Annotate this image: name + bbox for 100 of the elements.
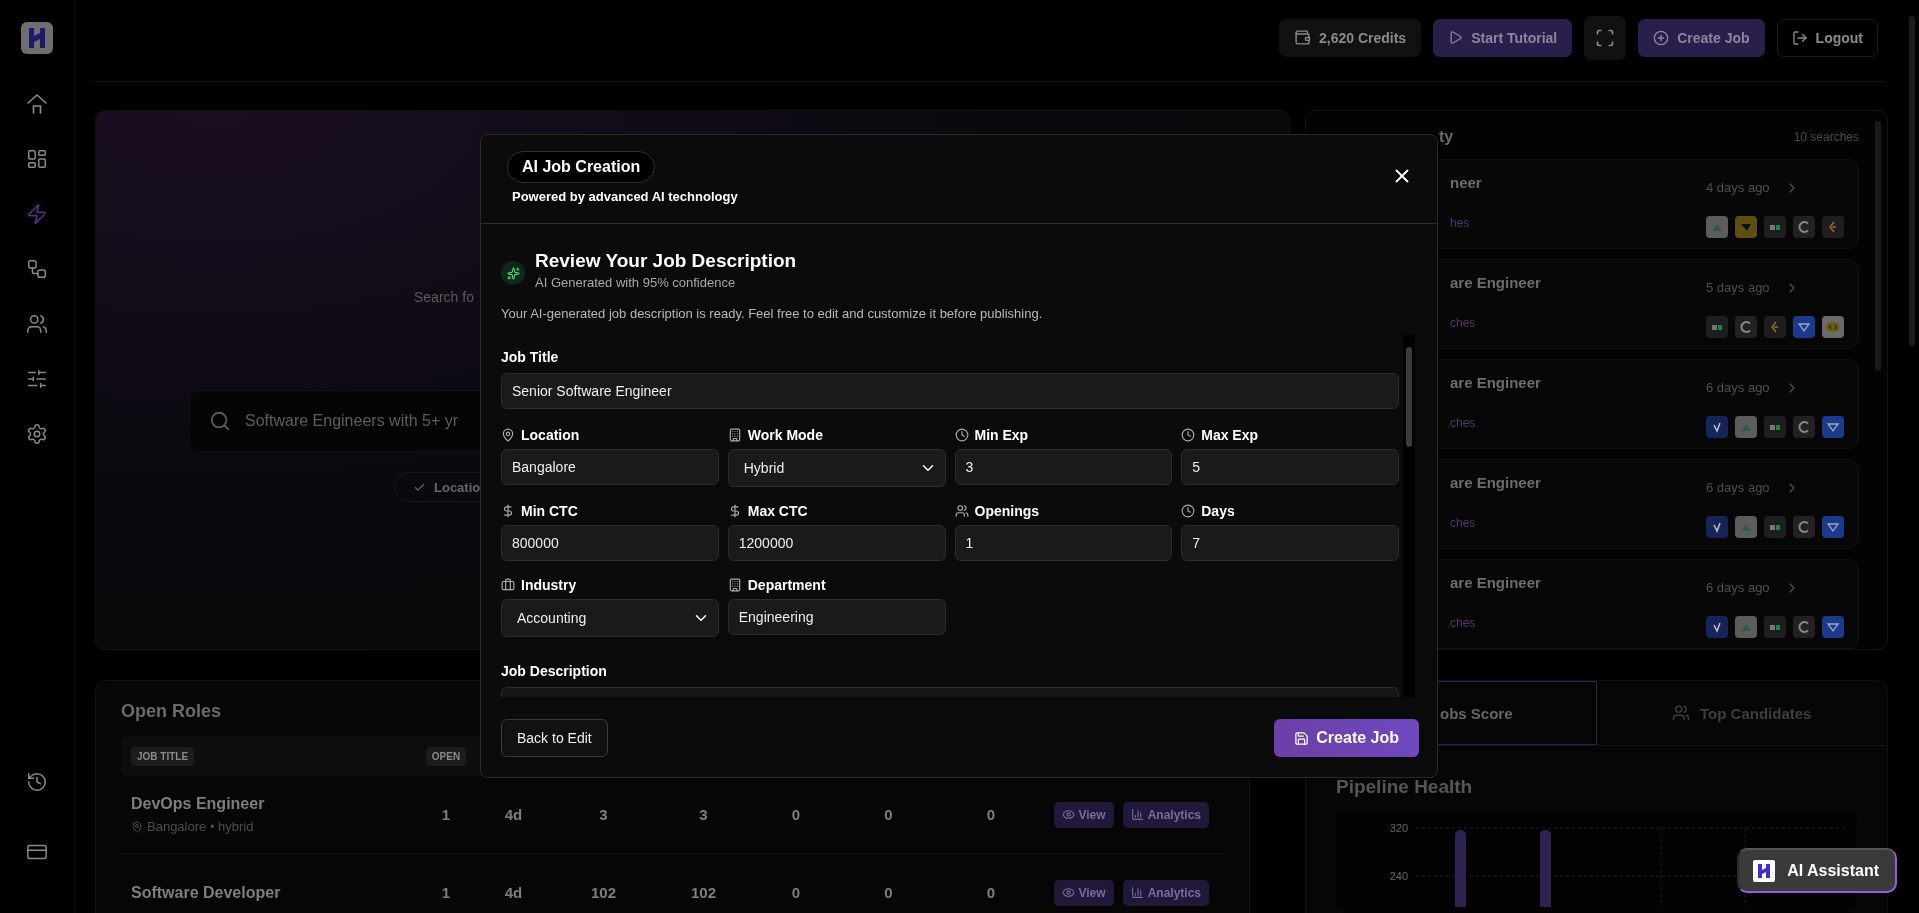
input-field[interactable]: Bangalore bbox=[501, 449, 719, 485]
activity-title: are Engineer bbox=[1450, 274, 1542, 293]
input-field[interactable]: 3 bbox=[954, 449, 1173, 485]
company-logo-icon bbox=[1793, 215, 1815, 238]
modal-subtitle: Powered by advanced AI technology bbox=[511, 189, 738, 204]
eye-icon bbox=[1061, 808, 1075, 821]
input-field[interactable]: Senior Software Engineer bbox=[501, 373, 1399, 409]
activity-title: are Engineer bbox=[1450, 374, 1542, 393]
modal-badge: AI Job Creation bbox=[507, 151, 656, 183]
section-title: Review Your Job Description bbox=[535, 250, 797, 272]
column-header: OPEN bbox=[425, 746, 467, 766]
settings-icon[interactable] bbox=[26, 423, 48, 445]
activity-title: neer bbox=[1450, 174, 1483, 193]
table-cell: 1 bbox=[441, 884, 451, 901]
view-button[interactable]: View bbox=[1053, 801, 1114, 828]
company-logo-icon bbox=[1735, 215, 1757, 238]
table-cell: 0 bbox=[791, 806, 801, 823]
input-field[interactable]: 1200000 bbox=[727, 525, 946, 561]
logout-button[interactable]: Logout bbox=[1776, 18, 1878, 57]
activity-time: 6 days ago bbox=[1706, 380, 1770, 396]
activity-time: 4 days ago bbox=[1706, 180, 1770, 196]
table-cell: 102 bbox=[691, 884, 716, 901]
create-job-button[interactable]: Create Job bbox=[1274, 719, 1419, 757]
table-cell: 0 bbox=[791, 884, 801, 901]
input-field[interactable]: 800000 bbox=[501, 525, 719, 561]
field-label: Days bbox=[1201, 503, 1235, 519]
hero-subtitle: Search fo bbox=[414, 289, 475, 305]
workflow-icon[interactable] bbox=[26, 258, 48, 280]
logout-icon bbox=[1791, 29, 1808, 46]
start-tutorial-button[interactable]: Start Tutorial bbox=[1433, 18, 1573, 57]
search-count: 10 searches bbox=[1793, 130, 1859, 144]
company-logo-icon bbox=[1735, 315, 1757, 338]
fullscreen-button[interactable] bbox=[1584, 15, 1627, 60]
field-label: Max Exp bbox=[1201, 427, 1259, 443]
company-logo-icon bbox=[1706, 315, 1728, 338]
field-label: Department bbox=[747, 577, 826, 593]
sparkle-icon bbox=[506, 266, 520, 280]
building-icon bbox=[727, 428, 742, 442]
activity-time: 6 days ago bbox=[1706, 580, 1770, 596]
company-logo-icon bbox=[1764, 215, 1786, 238]
table-cell: 0 bbox=[884, 806, 893, 823]
building-icon bbox=[727, 578, 742, 592]
back-button[interactable]: Back to Edit bbox=[501, 719, 608, 757]
panel-title: ty bbox=[1439, 128, 1454, 146]
confidence-text: AI Generated with 95% confidence bbox=[535, 275, 737, 290]
table-cell: 102 bbox=[591, 884, 616, 901]
input-field[interactable]: 7 bbox=[1181, 525, 1399, 561]
field-label: Min CTC bbox=[521, 503, 578, 519]
field-label: Job Description bbox=[501, 663, 608, 679]
create-job-button[interactable]: Create Job bbox=[1638, 18, 1765, 57]
table-cell: 0 bbox=[884, 884, 893, 901]
select-field[interactable]: Accounting bbox=[501, 599, 719, 637]
company-logo-icon bbox=[1735, 515, 1757, 538]
input-field[interactable]: 1 bbox=[954, 525, 1173, 561]
table-cell: 4d bbox=[504, 806, 523, 823]
company-logo-icon bbox=[1793, 315, 1815, 338]
play-icon bbox=[1448, 30, 1464, 45]
view-button[interactable]: View bbox=[1053, 879, 1114, 906]
credits-text: 2,620 Credits bbox=[1318, 29, 1407, 46]
ai-assistant-button[interactable]: AI Assistant bbox=[1737, 848, 1897, 893]
company-logo-icon bbox=[1793, 615, 1815, 638]
company-logo-icon bbox=[1706, 615, 1728, 638]
clock-icon bbox=[954, 428, 969, 442]
activity-matches: ches bbox=[1450, 415, 1477, 432]
eye-icon bbox=[1061, 886, 1075, 899]
clock-icon bbox=[1181, 428, 1196, 442]
clock-icon bbox=[1181, 504, 1196, 518]
company-logo-icon bbox=[1764, 615, 1786, 638]
app-logo-icon[interactable] bbox=[21, 22, 53, 54]
analytics-button[interactable]: Analytics bbox=[1122, 801, 1209, 828]
company-logo-icon bbox=[1793, 515, 1815, 538]
select-field[interactable]: Hybrid bbox=[727, 449, 946, 487]
input-field[interactable]: 5 bbox=[1181, 449, 1399, 485]
plus-icon bbox=[1653, 29, 1670, 46]
company-logo-icon bbox=[1822, 215, 1844, 238]
people-icon[interactable] bbox=[26, 313, 48, 335]
home-icon[interactable] bbox=[25, 92, 49, 116]
company-logo-icon bbox=[1764, 415, 1786, 438]
table-cell: 0 bbox=[986, 884, 996, 901]
dashboard-icon[interactable] bbox=[26, 148, 48, 170]
history-icon[interactable] bbox=[26, 771, 48, 793]
dollar-icon bbox=[501, 504, 515, 518]
field-label: Max CTC bbox=[747, 503, 808, 519]
company-logo-icon bbox=[1706, 515, 1728, 538]
job-meta: Bangalore • hybrid bbox=[147, 819, 254, 834]
table-cell: 1 bbox=[441, 806, 451, 823]
activity-title: are Engineer bbox=[1450, 474, 1542, 493]
analytics-button[interactable]: Analytics bbox=[1122, 879, 1209, 906]
table-cell: 0 bbox=[986, 806, 996, 823]
search-icon bbox=[209, 410, 231, 432]
company-logo-icon bbox=[1706, 215, 1728, 238]
input-field[interactable]: Engineering bbox=[727, 599, 946, 635]
company-logo-icon bbox=[1822, 315, 1844, 338]
company-logo-icon bbox=[1735, 615, 1757, 638]
field-label: Openings bbox=[974, 503, 1040, 519]
field-label: Min Exp bbox=[974, 427, 1029, 443]
activity-matches: ches bbox=[1450, 315, 1477, 332]
company-logo-icon bbox=[1822, 515, 1844, 538]
sliders-icon[interactable] bbox=[26, 368, 48, 390]
activity-title: are Engineer bbox=[1450, 574, 1542, 593]
